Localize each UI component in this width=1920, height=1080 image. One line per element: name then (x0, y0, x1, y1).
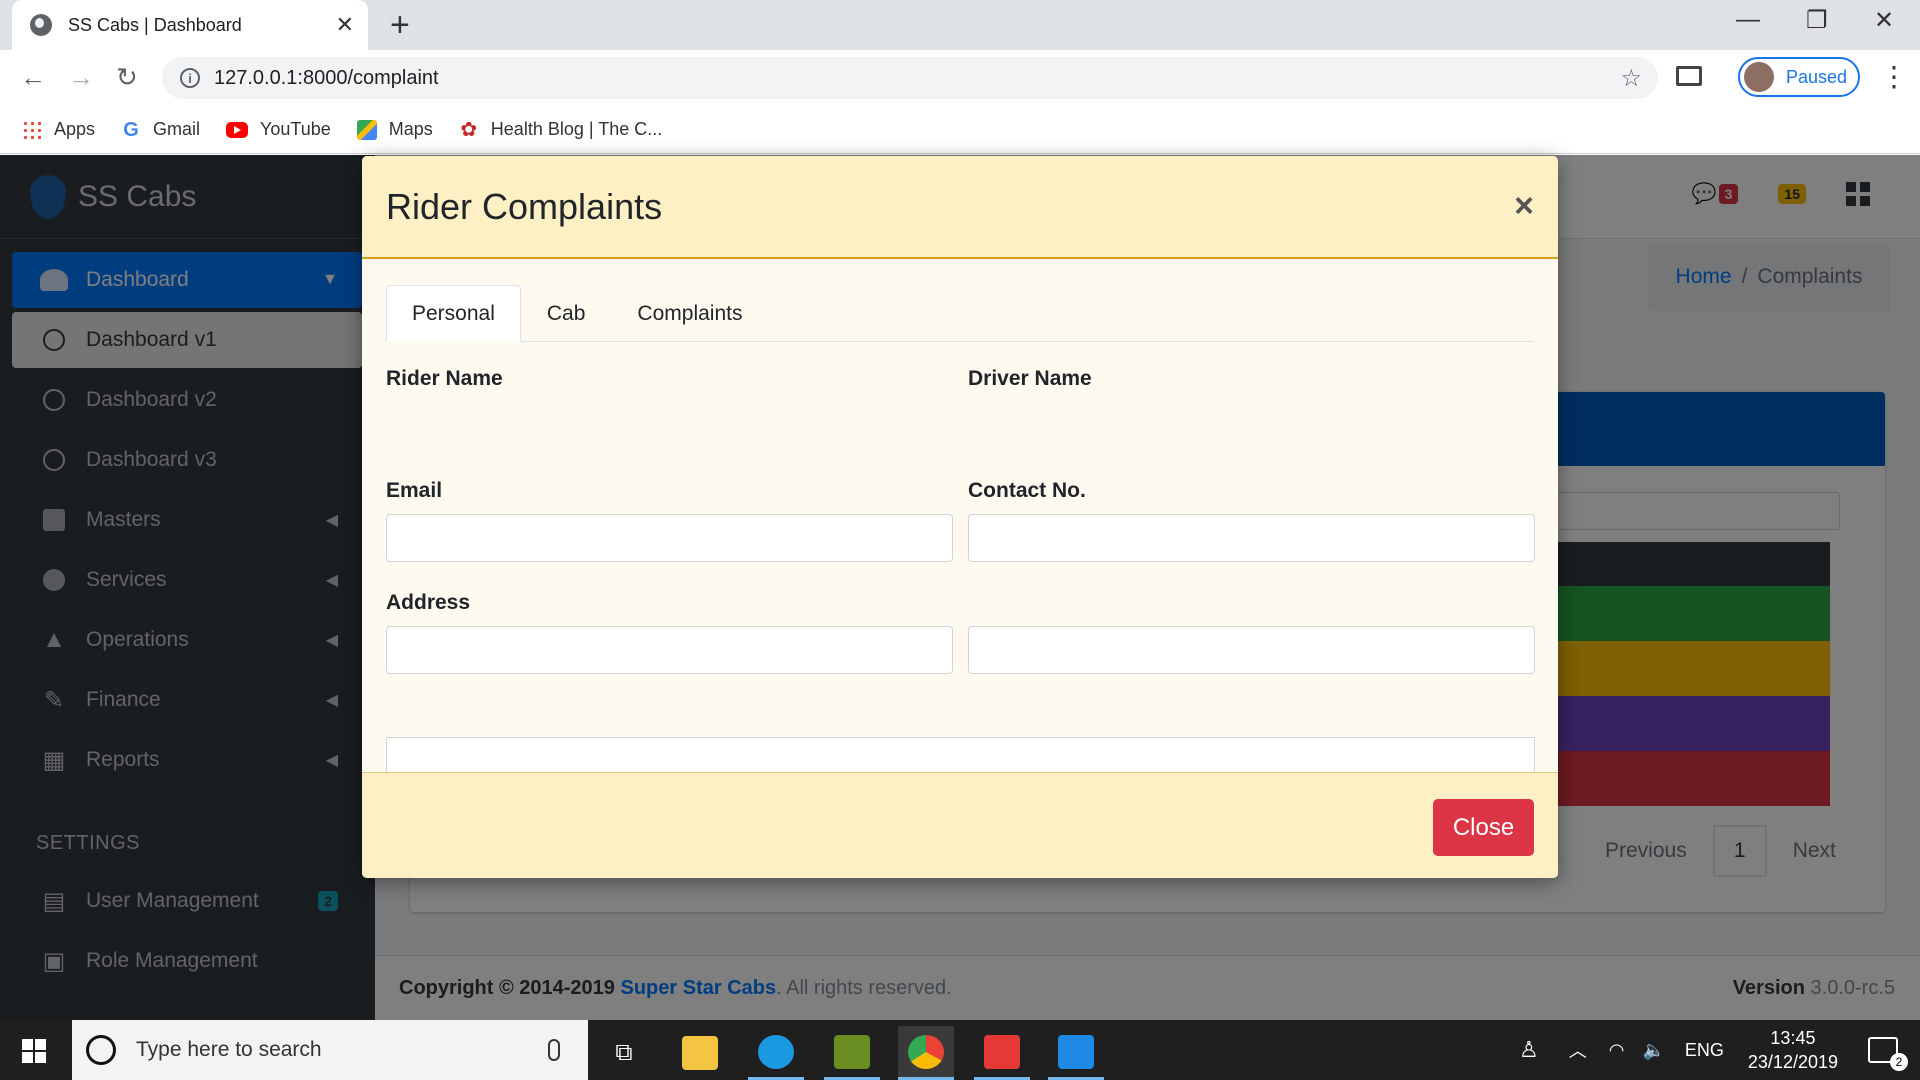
bookmark-label: Health Blog | The C... (490, 119, 663, 139)
volume-icon[interactable]: 🔈 (1642, 1040, 1664, 1061)
address-bar[interactable]: i 127.0.0.1:8000/complaint ☆ (162, 57, 1658, 99)
modal-footer: Close (362, 772, 1558, 878)
bookmark-health-blog[interactable]: ✿ Health Blog | The C... (459, 119, 662, 140)
tab-personal[interactable]: Personal (386, 285, 521, 342)
bookmark-label: YouTube (260, 119, 331, 139)
bookmark-youtube[interactable]: YouTube (226, 119, 331, 140)
modal-title: Rider Complaints (386, 185, 663, 227)
back-icon[interactable]: ← (20, 62, 46, 93)
bookmark-star-icon[interactable]: ☆ (1620, 64, 1642, 93)
close-window-icon[interactable]: ✕ (1874, 6, 1894, 35)
screen-capture-icon[interactable] (1676, 66, 1702, 86)
modal-tabs: Personal Cab Complaints (386, 285, 1534, 342)
email-label: Email (386, 479, 443, 502)
more-menu-icon[interactable]: ⋮ (1880, 60, 1908, 93)
bookmark-label: Apps (54, 119, 96, 139)
microphone-icon[interactable] (548, 1039, 560, 1061)
address-label: Address (386, 591, 471, 614)
browser-toolbar: ← → ↻ i 127.0.0.1:8000/complaint ☆ Pause… (0, 50, 1920, 106)
pgadmin-icon[interactable] (748, 1026, 804, 1080)
avatar (1744, 62, 1774, 92)
git-app-icon[interactable] (974, 1026, 1030, 1080)
file-explorer-icon[interactable] (672, 1026, 728, 1080)
taskbar-search-box[interactable]: Type here to search (72, 1020, 588, 1080)
browser-tab[interactable]: SS Cabs | Dashboard ✕ (12, 0, 368, 50)
bookmarks-bar: Apps G Gmail YouTube Maps ✿ Health Blog | … (0, 106, 1920, 154)
apps-icon (22, 119, 42, 140)
task-view-icon[interactable]: ⧉ (596, 1026, 652, 1080)
driver-name-label: Driver Name (968, 367, 1092, 390)
cortana-icon (86, 1035, 116, 1065)
tab-title: SS Cabs | Dashboard (68, 14, 242, 35)
bookmark-label: Maps (388, 119, 433, 139)
close-button[interactable]: Close (1433, 799, 1534, 856)
modal-header: Rider Complaints × (362, 156, 1558, 259)
bookmark-apps[interactable]: Apps (22, 119, 95, 140)
bookmark-gmail[interactable]: G Gmail (121, 119, 200, 140)
rider-name-input[interactable] (386, 514, 953, 562)
gmail-icon: G (123, 118, 139, 141)
restore-icon[interactable]: ❐ (1806, 6, 1828, 35)
info-icon[interactable]: i (180, 68, 200, 88)
contact-label: Contact No. (968, 479, 1086, 502)
chevron-up-icon[interactable]: ︿ (1569, 1037, 1587, 1063)
maps-icon (356, 119, 377, 140)
bookmark-label: Gmail (153, 119, 201, 139)
driver-name-input[interactable] (968, 514, 1535, 562)
minimize-icon[interactable]: — (1736, 6, 1760, 34)
new-tab-button[interactable]: + (390, 6, 410, 44)
clock[interactable]: 13:45 23/12/2019 (1748, 1026, 1838, 1074)
reload-icon[interactable]: ↻ (116, 62, 138, 93)
tab-complaints[interactable]: Complaints (611, 285, 768, 342)
url-text[interactable]: 127.0.0.1:8000/complaint (214, 67, 1620, 90)
profile-status: Paused (1786, 66, 1848, 87)
browser-tab-strip: SS Cabs | Dashboard ✕ + — ❐ ✕ (0, 0, 1920, 50)
windows-start-icon[interactable] (22, 1039, 46, 1063)
chrome-icon[interactable] (898, 1026, 954, 1080)
notification-count-badge: 2 (1890, 1053, 1908, 1071)
rider-name-label: Rider Name (386, 367, 503, 390)
close-icon[interactable]: × (1514, 187, 1534, 226)
health-icon: ✿ (460, 118, 478, 141)
youtube-icon (226, 121, 249, 138)
vscode-icon[interactable] (1048, 1026, 1104, 1080)
forward-icon[interactable]: → (68, 62, 94, 93)
email-input[interactable] (386, 626, 953, 674)
system-tray: ♙ ︿ ◠ 🔈 ENG 13:45 23/12/2019 2 (1519, 1020, 1920, 1080)
windows-taskbar: Type here to search ⧉ ♙ ︿ ◠ 🔈 ENG 13:45 … (0, 1020, 1920, 1080)
taskbar-search-placeholder: Type here to search (136, 1038, 322, 1061)
terminal-app-icon[interactable] (824, 1026, 880, 1080)
rider-complaints-modal: Rider Complaints × Personal Cab Complain… (362, 156, 1558, 878)
language-indicator[interactable]: ENG (1685, 1040, 1724, 1061)
clock-time: 13:45 (1770, 1028, 1816, 1048)
profile-button[interactable]: Paused (1738, 57, 1860, 97)
globe-icon (30, 14, 52, 36)
tab-close-icon[interactable]: ✕ (336, 12, 354, 38)
contact-input[interactable] (968, 626, 1535, 674)
action-center-icon[interactable]: 2 (1868, 1037, 1908, 1071)
clock-date: 23/12/2019 (1747, 1052, 1838, 1072)
people-icon[interactable]: ♙ (1519, 1037, 1539, 1063)
bookmark-maps[interactable]: Maps (356, 119, 433, 140)
wifi-icon[interactable]: ◠ (1609, 1040, 1625, 1061)
tab-cab[interactable]: Cab (521, 285, 612, 342)
modal-body: Personal Cab Complaints Rider Name Drive… (362, 259, 1558, 840)
